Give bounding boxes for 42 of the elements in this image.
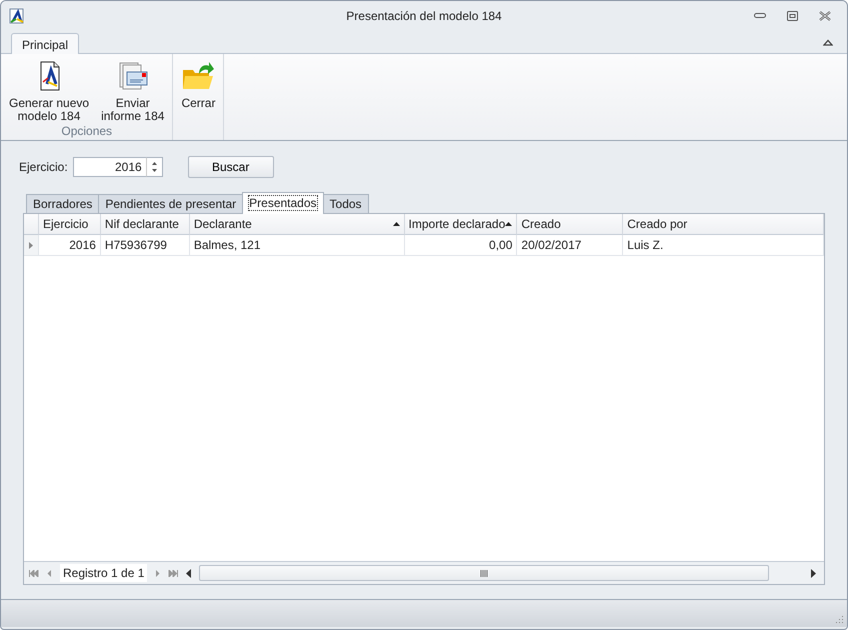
table-cell: 0,00 — [404, 235, 518, 256]
search-button[interactable]: Buscar — [188, 156, 274, 178]
group-label: Opciones — [61, 124, 112, 138]
tab[interactable]: Borradores — [26, 194, 100, 213]
column-header[interactable]: Declarante — [190, 214, 405, 235]
column-header[interactable]: Importe declarado — [404, 214, 518, 235]
report-icon — [116, 60, 149, 92]
folder-icon — [181, 60, 216, 92]
restore-icon[interactable] — [787, 11, 798, 21]
table-cell: 2016 — [39, 235, 101, 256]
ribbon-tab[interactable]: Principal — [11, 33, 80, 54]
scroll-right-icon[interactable] — [811, 568, 816, 578]
table-cell: H75936799 — [100, 235, 190, 256]
grip-icon — [480, 570, 488, 576]
grid-corner — [24, 214, 39, 235]
close-icon[interactable] — [819, 11, 831, 21]
window-title: Presentación del modelo 184 — [346, 9, 502, 23]
column-header[interactable]: Creado por — [623, 214, 824, 235]
tab[interactable]: Todos — [322, 194, 369, 213]
minimize-icon[interactable] — [754, 13, 766, 19]
first-record-icon[interactable] — [29, 570, 39, 576]
scroll-left-icon[interactable] — [186, 568, 192, 578]
column-header[interactable]: Creado — [517, 214, 624, 235]
horizontal-scrollbar[interactable] — [199, 565, 769, 581]
ribbon-button[interactable]: Enviar informe 184 — [95, 54, 170, 123]
table-cell: 20/02/2017 — [517, 235, 624, 256]
tab[interactable]: Pendientes de presentar — [98, 194, 244, 213]
table-cell: Luis Z. — [623, 235, 824, 256]
table-cell: Balmes, 121 — [190, 235, 405, 256]
resize-grip-icon[interactable] — [835, 615, 844, 624]
ribbon-button[interactable]: Cerrar — [175, 54, 222, 110]
ribbon-button[interactable]: Generar nuevo modelo 184 — [3, 54, 96, 123]
column-header[interactable]: Nif declarante — [100, 214, 190, 235]
field-label: Ejercicio: — [19, 160, 68, 174]
spin-buttons[interactable] — [146, 157, 163, 177]
year-field[interactable]: 2016 — [72, 157, 146, 177]
tab[interactable]: Presentados — [242, 192, 324, 214]
app-logo-icon — [9, 8, 25, 24]
column-header[interactable]: Ejercicio — [39, 214, 101, 235]
record-counter: Registro 1 de 1 — [60, 564, 148, 582]
collapse-icon[interactable] — [823, 38, 833, 46]
last-record-icon[interactable] — [168, 570, 178, 576]
